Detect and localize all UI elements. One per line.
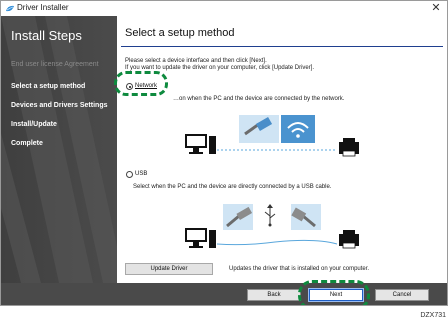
main-panel: Select a setup method Please select a de… xyxy=(114,16,447,283)
step-complete: Complete xyxy=(11,140,43,147)
instruction-line-1: Please select a device interface and the… xyxy=(125,58,267,64)
update-driver-button[interactable]: Update Driver xyxy=(125,263,213,275)
step-devices-and-drivers: Devices and Drivers Settings xyxy=(11,102,108,109)
update-driver-description: Updates the driver that is installed on … xyxy=(229,266,370,272)
cancel-button[interactable]: Cancel xyxy=(375,289,429,301)
network-description: …on when the PC and the device are conne… xyxy=(173,96,345,102)
sidebar-title: Install Steps xyxy=(11,28,82,43)
usb-symbol-icon xyxy=(264,204,276,227)
pc-icon xyxy=(185,134,216,154)
printer-icon xyxy=(339,138,359,157)
usb-b-connector-icon xyxy=(291,204,321,230)
usb-radio-label[interactable]: USB xyxy=(135,170,147,178)
wifi-icon xyxy=(281,115,315,143)
figure-code: DZX731 xyxy=(420,312,446,319)
usb-illustration xyxy=(185,204,359,249)
window-title: Driver Installer xyxy=(17,3,69,12)
next-callout-highlight xyxy=(298,280,370,305)
installer-app-icon xyxy=(6,5,14,12)
network-callout-highlight xyxy=(114,71,168,96)
usb-a-connector-icon xyxy=(223,204,253,230)
title-divider xyxy=(121,46,443,47)
page-title: Select a setup method xyxy=(125,27,235,39)
step-license-agreement: End user license Agreement xyxy=(11,61,99,68)
usb-radio[interactable] xyxy=(126,171,133,178)
step-select-setup-method: Select a setup method xyxy=(11,83,86,90)
ethernet-cable-icon xyxy=(239,115,279,143)
printer-icon-usb xyxy=(339,230,359,249)
usb-description: Select when the PC and the device are di… xyxy=(133,184,332,190)
network-illustration xyxy=(185,115,359,157)
installer-window: Driver Installer ✕ Install Steps End use… xyxy=(0,0,448,306)
title-bar: Driver Installer ✕ xyxy=(1,1,447,16)
back-button[interactable]: Back xyxy=(247,289,301,301)
footer-bar: Back Next Cancel xyxy=(1,283,447,305)
pc-icon-usb xyxy=(185,228,216,248)
steps-sidebar: Install Steps End user license Agreement… xyxy=(1,16,117,283)
step-install-update: Install/Update xyxy=(11,121,57,128)
sidebar-stripes-decoration xyxy=(1,16,117,283)
close-button[interactable]: ✕ xyxy=(429,1,443,15)
